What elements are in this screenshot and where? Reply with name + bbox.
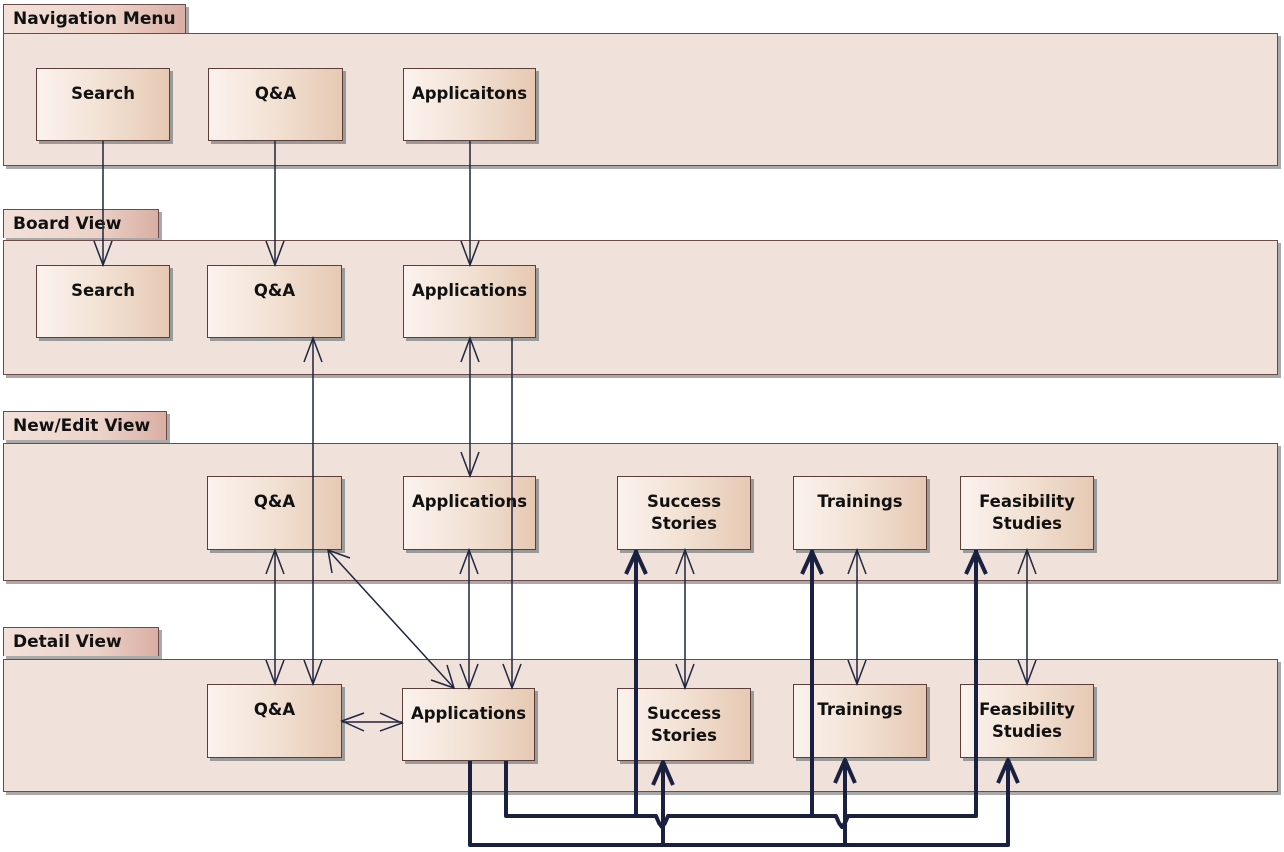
node-edit-applications[interactable]: Applications (403, 476, 536, 550)
node-nav-applications[interactable]: Applicaitons (403, 68, 536, 141)
node-edit-trainings[interactable]: Trainings (793, 476, 927, 550)
node-board-qa[interactable]: Q&A (207, 265, 342, 338)
package-tab-board-view: Board View (3, 209, 159, 238)
package-board-view (3, 240, 1278, 375)
node-board-search[interactable]: Search (36, 265, 170, 338)
node-nav-qa[interactable]: Q&A (208, 68, 343, 141)
package-tab-navigation-menu: Navigation Menu (3, 4, 186, 33)
node-detail-applications[interactable]: Applications (402, 688, 535, 761)
package-navigation-menu (3, 33, 1278, 166)
package-tab-detail-view: Detail View (3, 627, 159, 656)
node-board-applications[interactable]: Applications (403, 265, 536, 338)
node-edit-feasibility-studies[interactable]: Feasibility Studies (960, 476, 1094, 550)
package-tab-new-edit-view: New/Edit View (3, 411, 167, 440)
node-detail-trainings[interactable]: Trainings (793, 684, 927, 758)
node-edit-success-stories[interactable]: Success Stories (617, 476, 751, 550)
node-edit-qa[interactable]: Q&A (207, 476, 342, 550)
node-detail-feasibility-studies[interactable]: Feasibility Studies (960, 684, 1094, 758)
node-detail-qa[interactable]: Q&A (207, 684, 342, 758)
node-detail-success-stories[interactable]: Success Stories (617, 688, 751, 761)
node-nav-search[interactable]: Search (36, 68, 170, 141)
